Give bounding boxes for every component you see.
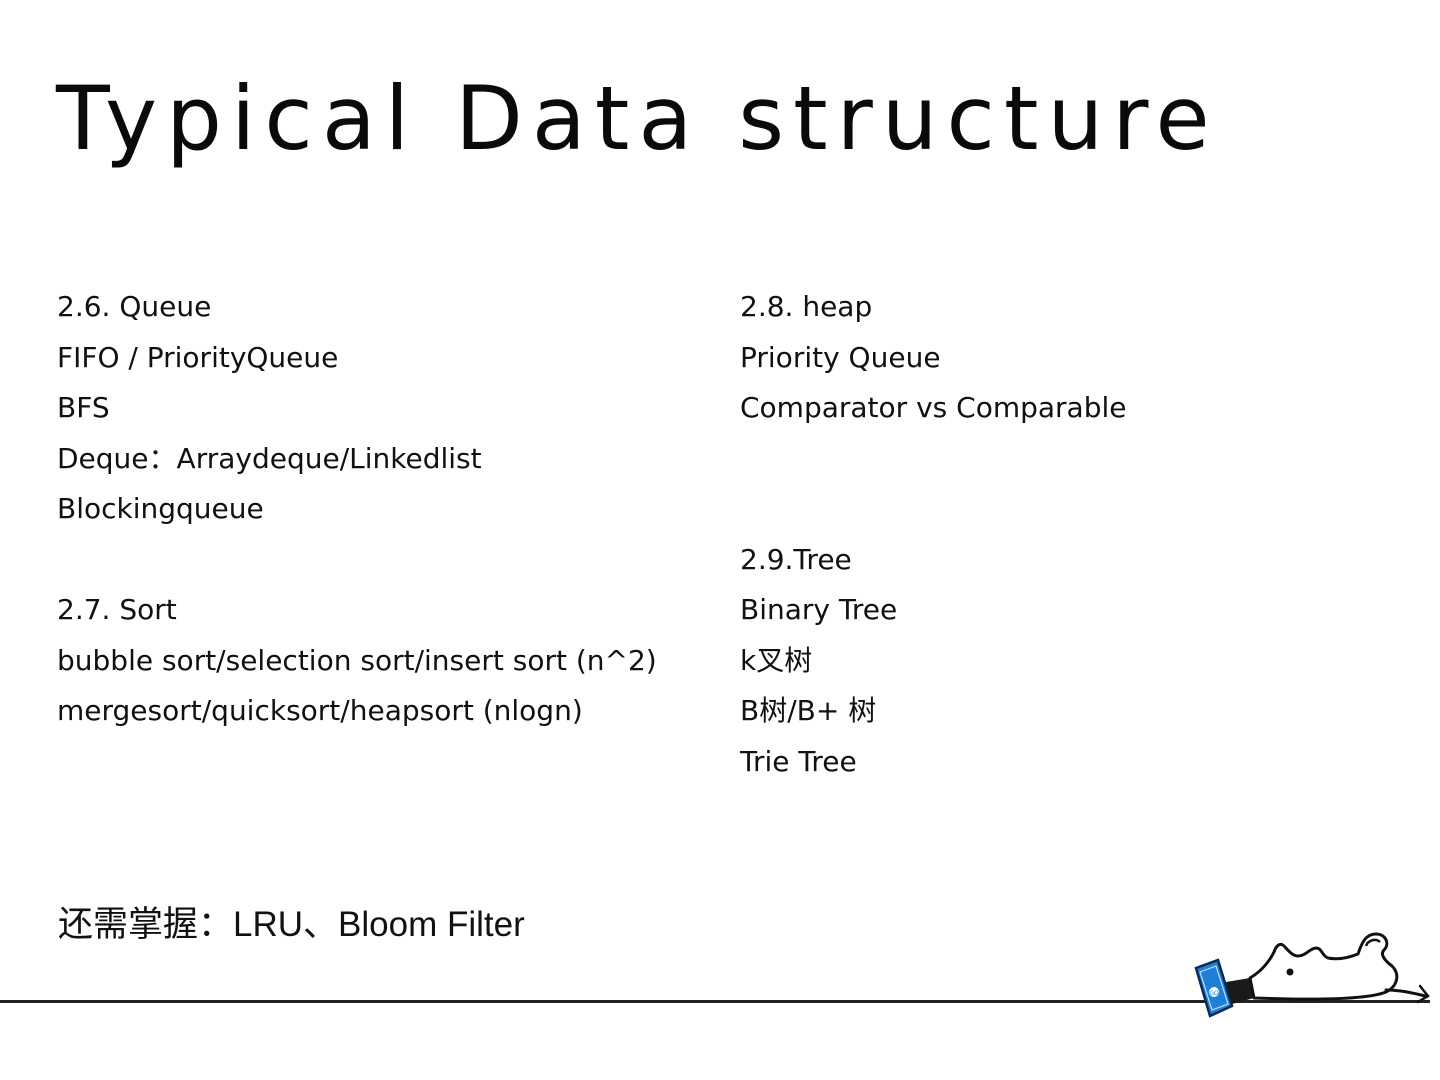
- right-line-trie-tree: Trie Tree: [740, 744, 857, 778]
- left-line-blockingqueue: Blockingqueue: [57, 492, 264, 525]
- reading-mouse-icon: GO: [1194, 932, 1430, 1018]
- right-line-blank-1: [740, 434, 1400, 485]
- right-line-heap-heading: 2.8. heap: [740, 290, 873, 323]
- left-line-deque: Deque：Arraydeque/Linkedlist: [57, 441, 482, 475]
- footer-note-prefix: 还需掌握：: [58, 905, 234, 945]
- footer-note-text: LRU、Bloom Filter: [233, 905, 525, 944]
- right-line-blank-2: [740, 484, 1400, 535]
- left-line-fifo: FIFO / PriorityQueue: [57, 340, 339, 374]
- left-line-sort-heading: 2.7. Sort: [57, 593, 177, 626]
- slide-title: Typical Data structure: [56, 67, 1219, 170]
- right-column: 2.8. heap Priority Queue Comparator vs C…: [740, 282, 1400, 787]
- svg-text:GO: GO: [1209, 990, 1219, 997]
- right-line-tree-heading: 2.9.Tree: [740, 542, 852, 576]
- left-line-nlogn-sorts: mergesort/quicksort/heapsort (nlogn): [57, 694, 583, 727]
- right-line-binary-tree: Binary Tree: [740, 593, 898, 626]
- left-line-blank: [57, 535, 717, 586]
- left-column: 2.6. Queue FIFO / PriorityQueue BFS Dequ…: [57, 282, 717, 737]
- left-line-queue-heading: 2.6. Queue: [57, 290, 212, 323]
- footer-note: 还需掌握：LRU、Bloom Filter: [58, 904, 525, 946]
- right-line-priority-queue: Priority Queue: [740, 340, 941, 374]
- right-line-comparator: Comparator vs Comparable: [740, 391, 1127, 424]
- right-line-k-ary-tree: k叉树: [740, 643, 813, 677]
- left-line-bfs: BFS: [57, 391, 110, 424]
- right-line-b-tree: B树/B+ 树: [740, 694, 877, 727]
- left-line-quadratic-sorts: bubble sort/selection sort/insert sort (…: [57, 643, 657, 677]
- book-icon: GO: [1194, 958, 1234, 1018]
